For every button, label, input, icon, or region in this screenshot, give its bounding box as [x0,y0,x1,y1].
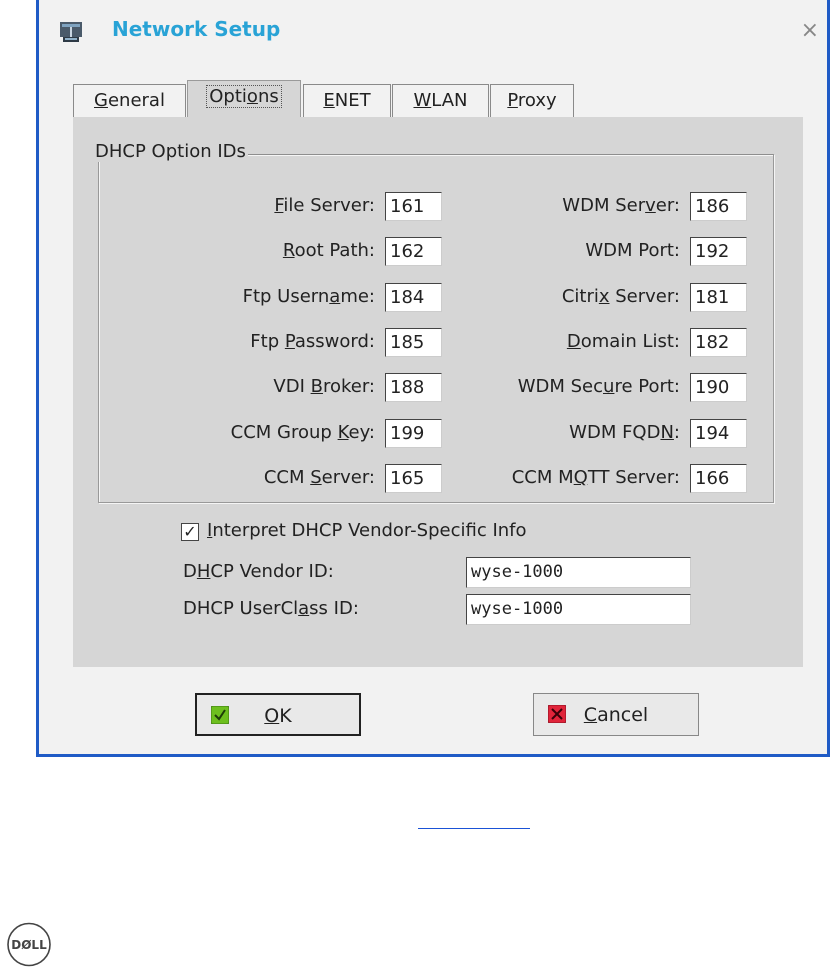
wdm-port-label: WDM Port: [585,240,680,261]
network-setup-icon [60,22,82,42]
ftp-password-label: Ftp Password: [250,331,375,352]
tab-general[interactable]: General [73,84,186,118]
dhcp-option-ids-legend: DHCP Option IDs [93,141,248,162]
tab-options[interactable]: Options [187,80,301,119]
tab-enet[interactable]: ENET [303,84,391,118]
tab-label: General [94,90,165,111]
dhcp-userclass-id-input[interactable]: wyse-1000 [466,594,691,625]
close-icon[interactable]: × [801,20,819,42]
ccm-mqtt-server-input[interactable]: 166 [690,464,747,493]
vdi-broker-label: VDI Broker: [273,376,375,397]
ftp-username-input[interactable]: 184 [385,283,442,312]
citrix-server-input[interactable]: 181 [690,283,747,312]
domain-list-label: Domain List: [566,331,680,352]
ccm-mqtt-server-label: CCM MQTT Server: [511,467,680,488]
wdm-secure-port-input[interactable]: 190 [690,373,747,402]
tab-label: WLAN [413,90,468,111]
citrix-server-label: Citrix Server: [561,286,680,307]
ftp-password-input[interactable]: 185 [385,328,442,357]
file-server-input[interactable]: 161 [385,192,442,221]
interpret-dhcp-label: Interpret DHCP Vendor-Specific Info [207,520,527,541]
wdm-fqdn-input[interactable]: 194 [690,419,747,448]
options-panel: DHCP Option IDs File Server: 161 Root Path… [73,117,803,667]
wdm-fqdn-label: WDM FQDN: [569,422,680,443]
file-server-label: File Server: [274,195,375,216]
footer-link[interactable] [418,810,530,829]
cancel-button[interactable]: Cancel [533,693,699,736]
ccm-server-input[interactable]: 165 [385,464,442,493]
wdm-server-input[interactable]: 186 [690,192,747,221]
dell-logo: DØLL [7,922,51,967]
ftp-username-label: Ftp Username: [242,286,375,307]
title-bar: Network Setup × [39,0,827,68]
ccm-group-key-label: CCM Group Key: [230,422,375,443]
ok-button[interactable]: OK [195,693,361,736]
wdm-secure-port-label: WDM Secure Port: [517,376,680,397]
ccm-group-key-input[interactable]: 199 [385,419,442,448]
tab-wlan[interactable]: WLAN [392,84,489,118]
wdm-port-input[interactable]: 192 [690,237,747,266]
tab-proxy[interactable]: Proxy [490,84,574,118]
dhcp-vendor-id-input[interactable]: wyse-1000 [466,557,691,588]
ok-label: OK [264,705,292,727]
interpret-dhcp-checkbox[interactable]: ✓ [181,523,199,541]
dhcp-vendor-id-label: DHCP Vendor ID: [183,561,334,582]
vdi-broker-input[interactable]: 188 [385,373,442,402]
cancel-label: Cancel [583,704,649,726]
network-setup-dialog: Network Setup × General Options ENET WLA… [36,0,830,757]
wdm-server-label: WDM Server: [562,195,680,216]
tab-label: ENET [323,90,371,111]
window-title: Network Setup [112,17,281,41]
root-path-label: Root Path: [282,240,375,261]
tab-label: Proxy [507,90,557,111]
domain-list-input[interactable]: 182 [690,328,747,357]
dhcp-userclass-id-label: DHCP UserClass ID: [183,598,359,619]
svg-text:DØLL: DØLL [11,938,47,952]
root-path-input[interactable]: 162 [385,237,442,266]
ccm-server-label: CCM Server: [263,467,375,488]
tab-label: Options [206,85,282,108]
